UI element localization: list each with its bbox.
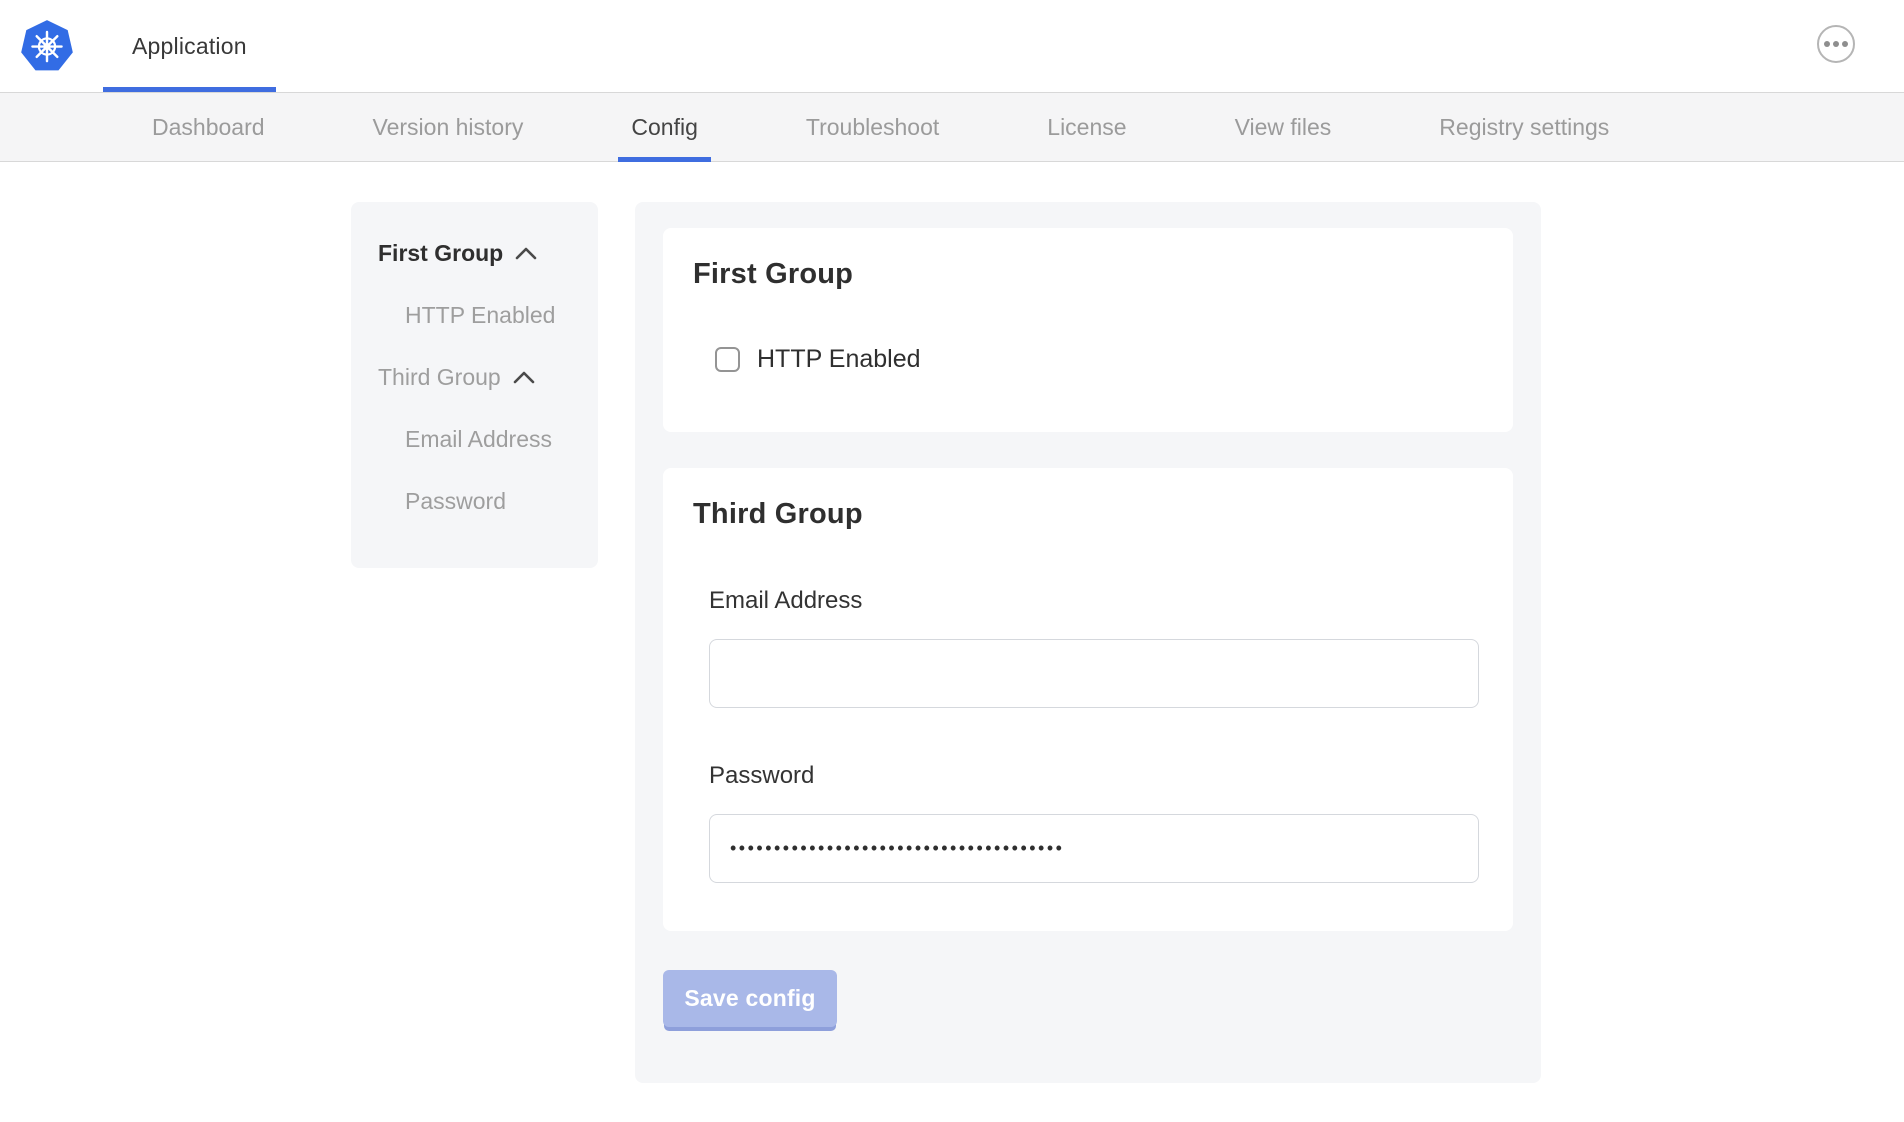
app-tab-application[interactable]: Application [132, 0, 247, 92]
config-group-nav: First Group HTTP Enabled Third Group Ema… [351, 202, 598, 568]
config-group-card-third: Third Group Email Address Password [663, 468, 1513, 931]
app-tab-label: Application [132, 33, 247, 60]
tab-bar: Dashboard Version history Config Trouble… [0, 92, 1904, 162]
chevron-up-icon[interactable] [515, 247, 537, 260]
email-address-input[interactable] [709, 639, 1479, 708]
sidebar-item-password[interactable]: Password [351, 470, 598, 532]
sidebar-item-http-enabled[interactable]: HTTP Enabled [351, 284, 598, 346]
sidebar-item-label: HTTP Enabled [405, 302, 555, 329]
tab-license[interactable]: License [1047, 93, 1126, 161]
config-page: First Group HTTP Enabled Third Group Ema… [0, 162, 1904, 1083]
kubernetes-logo [20, 19, 74, 73]
chevron-up-icon[interactable] [513, 371, 535, 384]
tab-dashboard[interactable]: Dashboard [152, 93, 265, 161]
email-address-field-block: Email Address [709, 587, 1483, 708]
http-enabled-row: HTTP Enabled [715, 345, 1483, 374]
sidebar-item-email-address[interactable]: Email Address [351, 408, 598, 470]
app-header: Application [0, 0, 1904, 92]
kubernetes-logo-icon [20, 19, 74, 73]
sidebar-item-third-group[interactable]: Third Group [351, 346, 598, 408]
password-label: Password [709, 762, 1483, 790]
tab-troubleshoot[interactable]: Troubleshoot [806, 93, 939, 161]
group-title: Third Group [693, 498, 1483, 531]
sidebar-item-first-group[interactable]: First Group [351, 222, 598, 284]
config-form-panel: First Group HTTP Enabled Third Group Ema… [635, 202, 1541, 1083]
password-input[interactable] [709, 814, 1479, 883]
http-enabled-checkbox[interactable] [715, 347, 740, 372]
group-title: First Group [693, 258, 1483, 291]
more-options-icon[interactable] [1817, 25, 1855, 63]
http-enabled-label[interactable]: HTTP Enabled [757, 345, 921, 374]
email-address-label: Email Address [709, 587, 1483, 615]
save-config-button[interactable]: Save config [663, 970, 837, 1027]
sidebar-item-label: Third Group [378, 364, 501, 391]
config-group-card-first: First Group HTTP Enabled [663, 228, 1513, 432]
sidebar-item-label: Email Address [405, 426, 552, 453]
sidebar-item-label: First Group [378, 240, 503, 267]
password-field-block: Password [709, 762, 1483, 883]
tab-registry-settings[interactable]: Registry settings [1439, 93, 1609, 161]
tab-version-history[interactable]: Version history [373, 93, 524, 161]
tab-view-files[interactable]: View files [1235, 93, 1332, 161]
sidebar-item-label: Password [405, 488, 506, 515]
tab-config[interactable]: Config [631, 93, 697, 161]
